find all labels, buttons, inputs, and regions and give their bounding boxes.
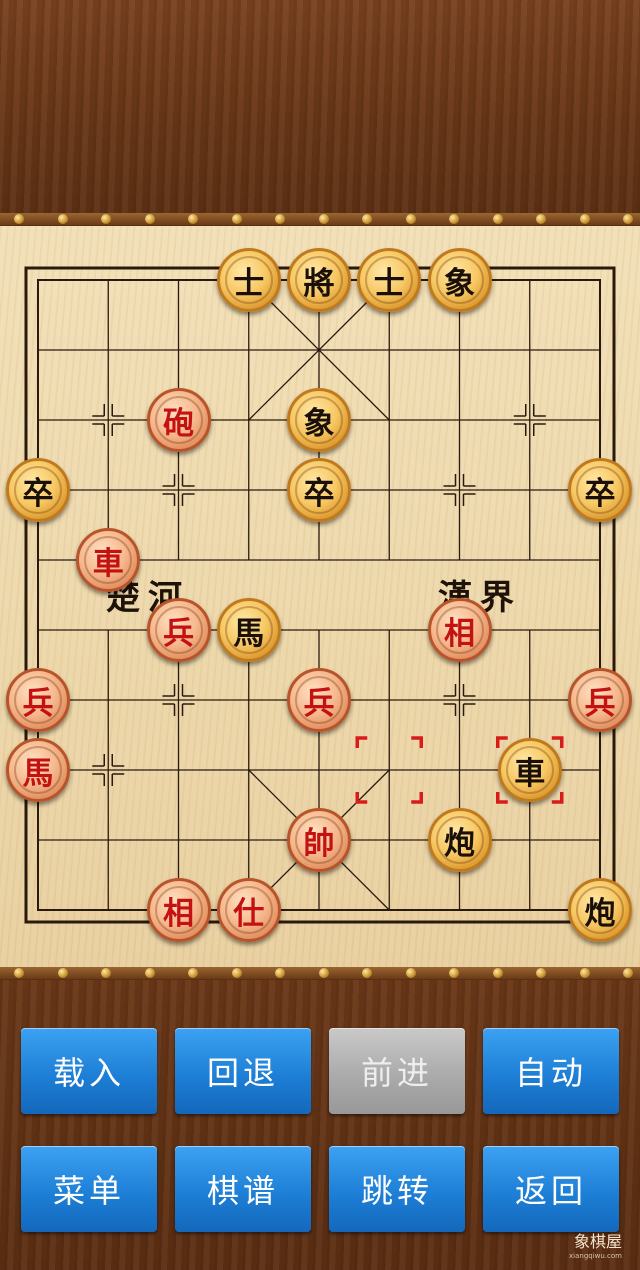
rail-stud: [101, 968, 111, 978]
piece-label: 象: [295, 396, 343, 444]
rail-stud: [579, 968, 590, 978]
piece-red[interactable]: 相: [146, 878, 211, 942]
last-move-from-marker: [411, 792, 423, 804]
piece-black[interactable]: 炮: [427, 808, 492, 872]
piece-red[interactable]: 車: [76, 528, 141, 592]
last-move-from-marker: [355, 736, 368, 748]
piece-red[interactable]: 兵: [6, 668, 70, 732]
rail-stud: [14, 214, 24, 224]
piece-black[interactable]: 車: [497, 738, 562, 802]
piece-label: 兵: [14, 676, 62, 724]
piece-label: 兵: [576, 676, 624, 724]
rail-stud: [275, 968, 285, 978]
piece-black[interactable]: 卒: [287, 458, 351, 522]
piece-red[interactable]: 相: [427, 598, 492, 662]
rail-stud: [536, 968, 546, 978]
rail-stud: [318, 214, 329, 224]
rail-stud: [492, 214, 503, 224]
rail-stud: [275, 214, 285, 224]
board-bottom-rail: [0, 967, 640, 979]
piece-label: 卒: [576, 466, 624, 514]
piece-label: 卒: [295, 466, 343, 514]
last-move-to-marker: [551, 736, 564, 748]
jump-button[interactable]: 跳转: [329, 1146, 465, 1232]
rail-stud: [188, 214, 198, 224]
menu-button[interactable]: 菜单: [21, 1146, 157, 1232]
watermark: 象棋屋 xiangqiwu.com: [569, 1228, 622, 1260]
rail-stud: [318, 968, 329, 978]
rail-stud: [362, 968, 372, 978]
rail-stud: [492, 968, 503, 978]
piece-label: 兵: [154, 606, 203, 654]
piece-label: 炮: [576, 886, 624, 934]
piece-black[interactable]: 馬: [216, 598, 281, 662]
load-button[interactable]: 载入: [21, 1028, 157, 1114]
piece-label: 帥: [295, 816, 343, 864]
rail-stud: [231, 968, 242, 978]
piece-label: 相: [435, 606, 484, 654]
rail-stud: [231, 214, 242, 224]
piece-label: 士: [224, 256, 273, 304]
piece-label: 馬: [224, 606, 273, 654]
piece-black[interactable]: 士: [357, 248, 422, 312]
piece-label: 士: [365, 256, 414, 304]
last-move-from-marker: [411, 736, 423, 748]
rail-stud: [405, 968, 416, 978]
piece-red[interactable]: 帥: [287, 808, 351, 872]
rail-stud: [449, 214, 459, 224]
rail-stud: [623, 214, 633, 224]
rail-stud: [57, 968, 68, 978]
records-button[interactable]: 棋谱: [175, 1146, 311, 1232]
piece-label: 炮: [435, 816, 484, 864]
last-move-to-marker: [551, 792, 564, 804]
piece-black[interactable]: 士: [216, 248, 281, 312]
piece-label: 象: [435, 256, 484, 304]
rail-stud: [14, 968, 24, 978]
top-wood-panel: [0, 0, 640, 214]
piece-red[interactable]: 仕: [216, 878, 281, 942]
piece-label: 車: [84, 536, 133, 584]
rail-stud: [144, 214, 155, 224]
rail-stud: [101, 214, 111, 224]
piece-black[interactable]: 卒: [568, 458, 632, 522]
rail-stud: [405, 214, 416, 224]
piece-label: 將: [295, 256, 343, 304]
rail-stud: [579, 214, 590, 224]
piece-black[interactable]: 炮: [568, 878, 632, 942]
piece-red[interactable]: 兵: [287, 668, 351, 732]
rail-stud: [144, 968, 155, 978]
piece-label: 車: [505, 746, 554, 794]
rail-stud: [57, 214, 68, 224]
rail-stud: [362, 214, 372, 224]
rail-stud: [623, 968, 633, 978]
rail-stud: [536, 214, 546, 224]
piece-label: 相: [154, 886, 203, 934]
piece-black[interactable]: 將: [287, 248, 351, 312]
board-top-rail: [0, 213, 640, 225]
piece-black[interactable]: 象: [427, 248, 492, 312]
watermark-brand: 象棋屋: [573, 1232, 622, 1251]
piece-red[interactable]: 馬: [6, 738, 70, 802]
piece-label: 仕: [224, 886, 273, 934]
watermark-site: xiangqiwu.com: [569, 1252, 622, 1260]
piece-red[interactable]: 砲: [146, 388, 211, 452]
last-move-to-marker: [496, 792, 508, 804]
piece-red[interactable]: 兵: [146, 598, 211, 662]
piece-label: 砲: [154, 396, 203, 444]
piece-black[interactable]: 卒: [6, 458, 70, 522]
piece-black[interactable]: 象: [287, 388, 351, 452]
rail-stud: [188, 968, 198, 978]
forward-button[interactable]: 前进: [329, 1028, 465, 1114]
undo-button[interactable]: 回退: [175, 1028, 311, 1114]
piece-label: 馬: [14, 746, 62, 794]
rail-stud: [449, 968, 459, 978]
piece-label: 兵: [295, 676, 343, 724]
piece-label: 卒: [14, 466, 62, 514]
auto-button[interactable]: 自动: [483, 1028, 619, 1114]
back-button[interactable]: 返回: [483, 1146, 619, 1232]
piece-red[interactable]: 兵: [568, 668, 632, 732]
